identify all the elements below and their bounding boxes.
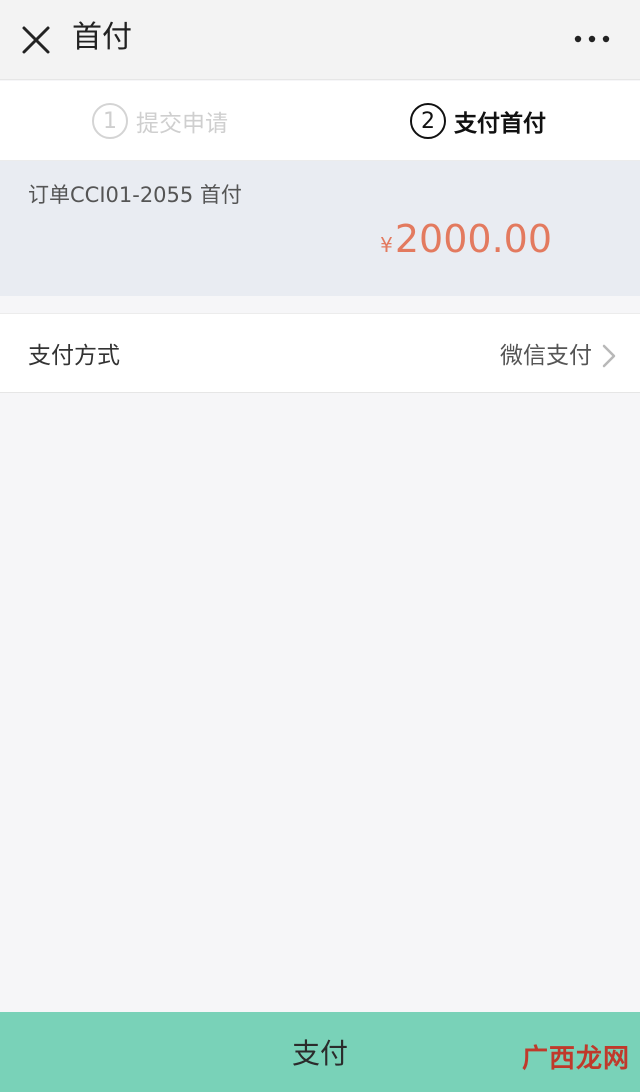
step-label: 支付首付 — [454, 111, 546, 137]
more-button[interactable] — [572, 26, 612, 52]
order-amount: ¥ 2000.00 — [380, 217, 552, 261]
chevron-right-icon — [600, 342, 618, 370]
step-pay-down-payment: 2 支付首付 — [410, 101, 546, 141]
payment-method-label: 支付方式 — [28, 343, 120, 369]
more-horizontal-icon — [574, 35, 610, 43]
watermark: 广西龙网 — [521, 1044, 630, 1074]
order-summary: 订单CCI01-2055 首付 ¥ 2000.00 — [0, 161, 640, 296]
step-number: 2 — [410, 103, 446, 139]
close-icon — [22, 26, 50, 54]
step-number: 1 — [92, 103, 128, 139]
payment-method-row[interactable]: 支付方式 微信支付 — [0, 313, 640, 393]
page-title: 首付 — [72, 20, 132, 55]
step-indicator: 1 提交申请 2 支付首付 — [0, 81, 640, 161]
step-submit-application: 1 提交申请 — [92, 101, 228, 141]
page: 首付 1 提交申请 2 支付首付 订单CCI01-2055 首付 ¥ 2000.… — [0, 0, 640, 1092]
payment-method-value: 微信支付 — [500, 343, 592, 369]
order-title: 订单CCI01-2055 首付 — [28, 183, 242, 207]
currency-symbol: ¥ — [380, 233, 393, 257]
top-bar: 首付 — [0, 0, 640, 80]
amount-value: 2000.00 — [394, 217, 552, 261]
step-label: 提交申请 — [136, 111, 228, 137]
close-button[interactable] — [16, 20, 56, 60]
